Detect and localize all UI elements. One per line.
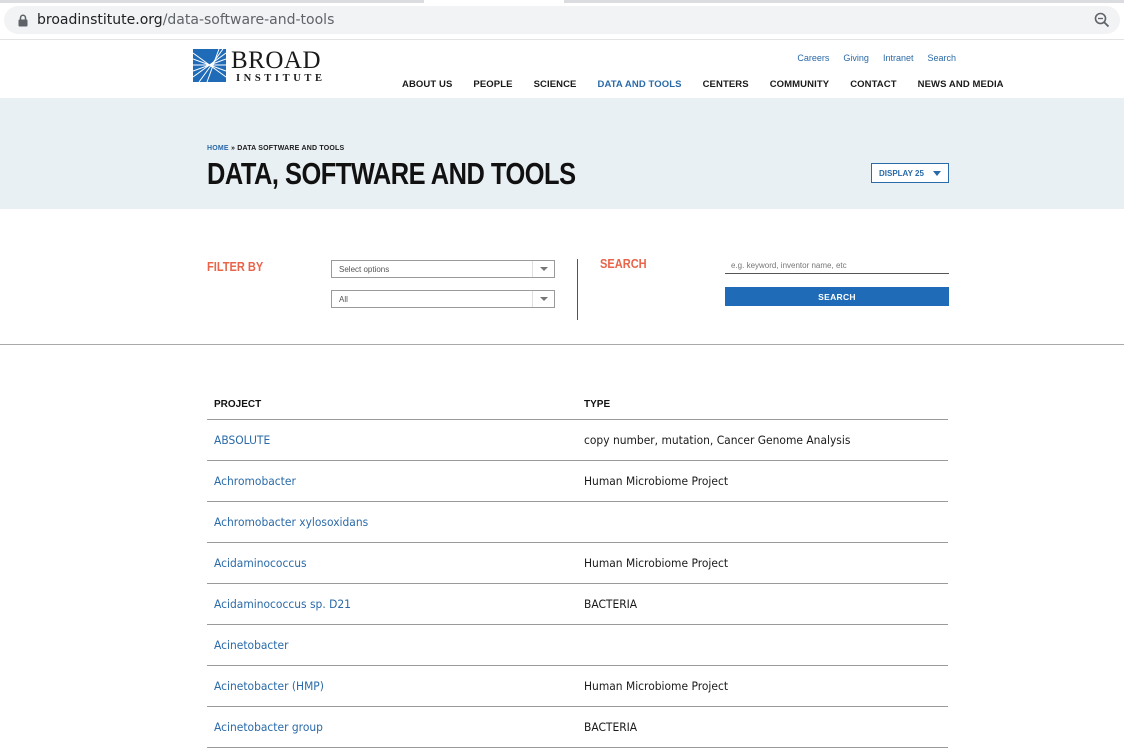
nav-people[interactable]: PEOPLE (473, 79, 512, 90)
active-tab[interactable] (424, 0, 564, 3)
table-row: ABSOLUTE copy number, mutation, Cancer Ge… (207, 420, 948, 461)
project-type: BACTERIA (584, 720, 638, 734)
site-header: BROAD INSTITUTE Careers Giving Intranet … (0, 40, 1124, 98)
util-link-search[interactable]: Search (927, 53, 956, 63)
filter-divider (577, 259, 578, 320)
main-nav: ABOUT US PEOPLE SCIENCE DATA AND TOOLS C… (402, 79, 1025, 90)
project-link[interactable]: Acidaminococcus sp. D21 (214, 597, 351, 611)
logo-mark-icon (193, 49, 226, 82)
nav-about-us[interactable]: ABOUT US (402, 79, 452, 90)
url-path: /data-software-and-tools (162, 12, 335, 28)
project-type: copy number, mutation, Cancer Genome Ana… (584, 433, 851, 447)
filter-by-label: FILTER BY (207, 259, 264, 274)
search-button[interactable]: SEARCH (725, 287, 949, 306)
zoom-icon[interactable] (1094, 12, 1110, 28)
breadcrumb: HOME » DATA SOFTWARE AND TOOLS (207, 145, 344, 152)
broad-logo[interactable]: BROAD INSTITUTE (193, 47, 333, 85)
table-row: Acinetobacter (207, 625, 948, 666)
project-type: Human Microbiome Project (584, 474, 729, 488)
dropdown-arrow-icon (532, 261, 554, 277)
project-link[interactable]: Achromobacter (214, 474, 296, 488)
column-header-type[interactable]: TYPE (584, 399, 610, 410)
util-link-intranet[interactable]: Intranet (883, 53, 914, 63)
filter-bar: FILTER BY Select options All SEARCH SEAR… (0, 209, 1124, 345)
search-label: SEARCH (600, 256, 647, 271)
table-row: Acidaminococcus sp. D21 BACTERIA (207, 584, 948, 625)
project-link[interactable]: Acinetobacter (HMP) (214, 679, 324, 693)
display-count-label: DISPLAY 25 (879, 169, 924, 178)
util-link-careers[interactable]: Careers (797, 53, 829, 63)
logo-wordmark: BROAD (231, 47, 322, 74)
filter-select-options[interactable]: Select options (331, 260, 555, 278)
page-title: DATA, SOFTWARE AND TOOLS (207, 156, 576, 191)
table-row: Acinetobacter group BACTERIA (207, 707, 948, 748)
util-link-giving[interactable]: Giving (843, 53, 869, 63)
breadcrumb-home[interactable]: HOME (207, 145, 229, 152)
url-text[interactable]: broadinstitute.org/data-software-and-too… (37, 12, 334, 28)
project-link[interactable]: ABSOLUTE (214, 433, 270, 447)
filter-select-all[interactable]: All (331, 290, 555, 308)
search-input[interactable] (725, 257, 949, 274)
project-link[interactable]: Acidaminococcus (214, 556, 307, 570)
url-domain: broadinstitute.org (37, 12, 163, 28)
chevron-down-icon (933, 171, 941, 176)
table-row: Achromobacter Human Microbiome Project (207, 461, 948, 502)
table-row: Achromobacter xylosoxidans (207, 502, 948, 543)
nav-contact[interactable]: CONTACT (850, 79, 896, 90)
page-hero: HOME » DATA SOFTWARE AND TOOLS DATA, SOF… (0, 98, 1124, 209)
address-bar[interactable]: broadinstitute.org/data-software-and-too… (4, 6, 1120, 34)
logo-subtitle: INSTITUTE (236, 73, 326, 84)
project-type: Human Microbiome Project (584, 556, 729, 570)
nav-community[interactable]: COMMUNITY (770, 79, 829, 90)
table-row: Acinetobacter (HMP) Human Microbiome Proj… (207, 666, 948, 707)
dropdown-arrow-icon (532, 291, 554, 307)
project-link[interactable]: Acinetobacter (214, 638, 288, 652)
utility-nav: Careers Giving Intranet Search (797, 53, 956, 63)
nav-science[interactable]: SCIENCE (534, 79, 577, 90)
project-link[interactable]: Achromobacter xylosoxidans (214, 515, 368, 529)
projects-table: PROJECT TYPE ABSOLUTE copy number, mutati… (207, 389, 948, 748)
project-type: Human Microbiome Project (584, 679, 729, 693)
lock-icon (18, 14, 28, 27)
breadcrumb-current: DATA SOFTWARE AND TOOLS (237, 145, 345, 152)
breadcrumb-separator: » (228, 145, 238, 152)
project-type: BACTERIA (584, 597, 638, 611)
filter-select-all-value: All (339, 295, 348, 304)
browser-chrome: broadinstitute.org/data-software-and-too… (0, 0, 1124, 40)
filter-select-options-value: Select options (339, 265, 390, 274)
table-row: Acidaminococcus Human Microbiome Project (207, 543, 948, 584)
column-header-project[interactable]: PROJECT (214, 399, 261, 410)
display-count-dropdown[interactable]: DISPLAY 25 (871, 163, 949, 183)
tab-strip (0, 0, 1124, 3)
table-header: PROJECT TYPE (207, 389, 948, 420)
nav-centers[interactable]: CENTERS (703, 79, 749, 90)
nav-data-and-tools[interactable]: DATA AND TOOLS (598, 79, 682, 90)
project-link[interactable]: Acinetobacter group (214, 720, 323, 734)
nav-news-and-media[interactable]: NEWS AND MEDIA (918, 79, 1004, 90)
